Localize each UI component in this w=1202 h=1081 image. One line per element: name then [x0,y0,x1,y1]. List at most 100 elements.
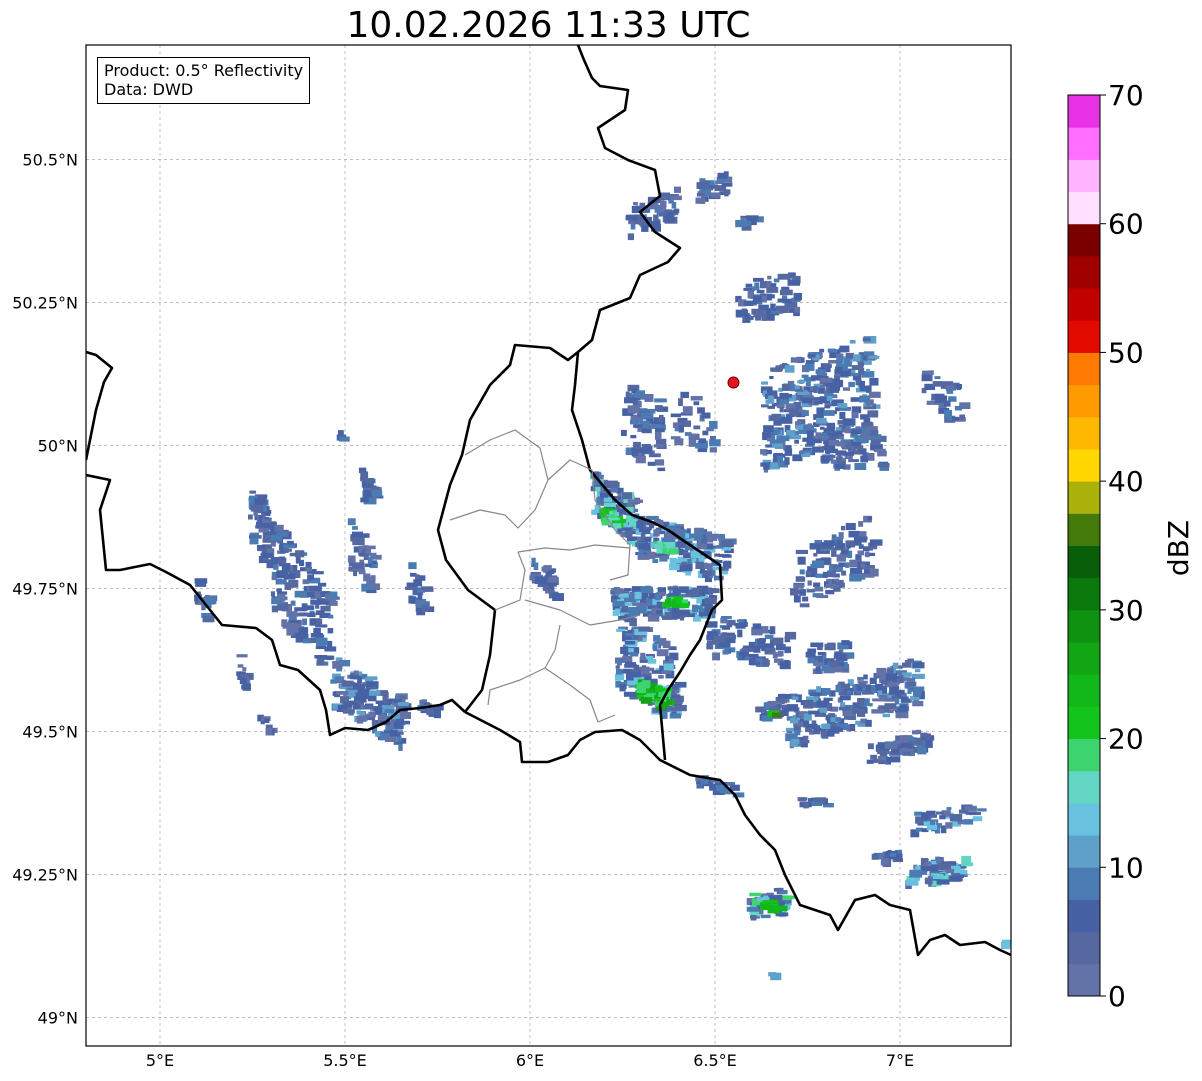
echo-pixel [638,626,651,632]
echo-pixel [848,381,855,388]
echo-pixel [945,868,954,874]
echo-pixel [777,694,791,699]
echo-pixel [815,369,826,375]
colorbar-segment [1068,706,1100,740]
echo-pixel [841,570,847,576]
echo-pixel [762,905,775,909]
echo-pixel [276,596,288,601]
echo-pixel [872,698,880,702]
echo-pixel [815,666,821,674]
echo-pixel [769,626,776,635]
lat-tick-label: 50.5°N [22,150,78,169]
echo-pixel [865,551,870,558]
echo-pixel [366,681,379,688]
echo-pixel [826,396,833,401]
colorbar-segment [1068,352,1100,386]
echo-pixel [699,590,705,595]
echo-pixel [863,360,872,365]
echo-pixel [237,664,244,668]
country-borders [86,45,1011,957]
colorbar-segment [1068,674,1100,707]
region-border [494,551,526,611]
echo-pixel [820,377,833,383]
data-source-label: Data: DWD [104,80,194,99]
echo-pixel [834,651,842,655]
echo-pixel [408,562,417,570]
echo-pixel [914,690,922,697]
echo-pixel [909,869,923,878]
echo-pixel [709,439,721,447]
echo-pixel [845,523,856,531]
echo-pixel [935,856,941,861]
echo-pixel [921,374,933,382]
echo-pixel [805,571,812,575]
echo-pixel [286,540,294,545]
echo-pixel [408,595,414,604]
echo-pixel [809,543,822,550]
echo-pixel [806,589,816,593]
echo-pixel [911,730,919,735]
echo-pixel [857,698,865,706]
echo-pixel [367,556,373,564]
echo-pixel [338,430,344,436]
echo-pixel [417,592,423,600]
echo-pixel [868,391,881,398]
echo-pixel [790,741,798,747]
lon-tick-label: 6°E [516,1051,544,1070]
echo-pixel [609,511,614,515]
echo-pixel [693,425,701,430]
lat-tick-label: 49.25°N [12,865,78,884]
echo-pixel [677,556,685,562]
echo-pixel [364,563,372,568]
echo-pixel [779,365,784,371]
echo-pixel [892,662,899,669]
echo-pixel [824,643,836,651]
echo-pixel [811,720,817,724]
echo-pixel [315,604,320,609]
echo-pixel [934,376,941,380]
echo-pixel [770,303,776,310]
echo-pixel [799,569,805,575]
echo-pixel [704,597,717,605]
echo-pixel [668,548,679,554]
echo-pixel [640,697,652,704]
echo-pixel [807,353,816,358]
echo-pixel [939,815,946,820]
axis-ticks: 5°E 5.5°E 6°E 6.5°E 7°E 49°N 49.25°N 49.5°N 49.7… [12,150,914,1070]
echo-pixel [630,671,641,678]
echo-pixel [822,432,828,440]
echo-pixel [829,455,836,459]
echo-pixel [841,640,848,645]
echo-pixel [284,582,291,590]
echo-pixel [795,425,804,430]
echo-pixel [893,707,898,712]
echo-pixel [821,665,828,671]
echo-pixel [954,405,962,411]
echo-pixel [821,723,831,730]
echo-pixel [850,429,862,435]
colorbar-tick-label: 20 [1108,723,1144,756]
echo-pixel [257,545,265,549]
echo-pixel [627,233,634,241]
echo-pixel [771,443,783,448]
echo-pixel [358,545,363,553]
echo-pixel [673,208,680,214]
lon-tick-label: 5°E [146,1051,174,1070]
echo-pixel [839,683,851,689]
echo-pixel [654,459,665,466]
echo-pixel [718,553,730,557]
echo-pixel [616,668,622,675]
echo-pixel [737,629,743,638]
echo-pixel [360,704,365,709]
echo-pixel [779,289,793,296]
echo-pixel [801,410,809,416]
echo-pixel [316,658,325,666]
echo-pixel [909,677,916,682]
echo-pixel [745,313,750,320]
echo-pixel [812,560,825,569]
echo-pixel [270,557,280,562]
echo-pixel [829,660,839,667]
echo-pixel [794,439,799,444]
echo-pixel [851,372,859,377]
echo-pixel [380,733,386,741]
